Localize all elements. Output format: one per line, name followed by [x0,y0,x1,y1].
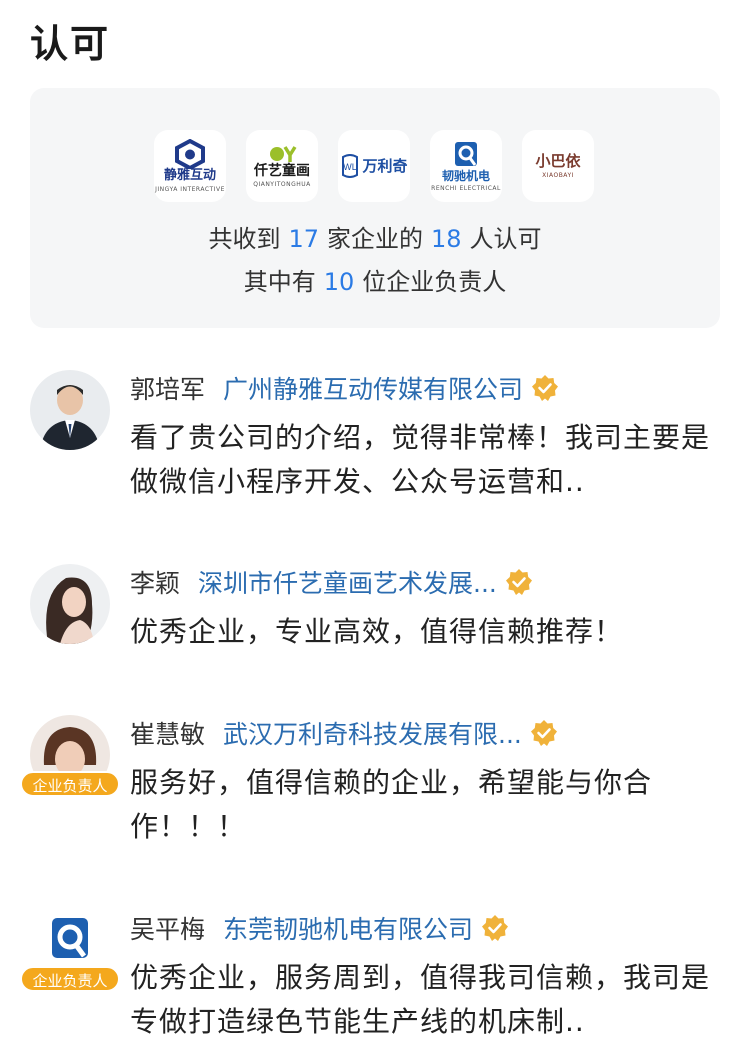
people-count: 18 [431,225,462,253]
company-link[interactable]: 武汉万利奇科技发展有限... [223,715,522,751]
company-count: 17 [288,225,319,253]
verified-check-icon [505,569,532,595]
summary-text: 共收到 [208,225,281,253]
recognition-meta: 李颖 深圳市仟艺童画艺术发展... [130,564,533,600]
person-name[interactable]: 李颖 [130,564,180,600]
company-logo-wanliqi[interactable]: WL 万利奇 [338,130,410,202]
avatar-image [30,564,110,644]
logo-subtext: RENCHI ELECTRICAL [431,185,501,193]
leader-count: 10 [323,268,355,296]
verified-check-icon [530,720,557,746]
person-name[interactable]: 崔慧敏 [130,715,205,751]
leader-badge: 企业负责人 [20,771,120,797]
renchi-logo-icon [455,141,477,166]
comment-text: 看了贵公司的介绍，觉得非常棒！我司主要是做微信小程序开发、公众号运营和.. [130,421,711,498]
summary-text: 家企业的 [327,225,423,253]
comment-text: 服务好，值得信赖的企业，希望能与你合作！！！ [130,766,653,843]
recognition-meta: 吴平梅 东莞韧驰机电有限公司 [130,910,509,946]
jingya-logo-icon [175,139,205,170]
logo-text: 小巴依 [535,152,581,171]
company-logo-qianyi[interactable]: 仟艺童画 QIANYITONGHUA [246,130,318,202]
wanliqi-logo-icon: WL [342,154,359,178]
page-title: 认可 [30,22,111,66]
recognition-meta: 郭培军 广州静雅互动传媒有限公司 [130,370,559,406]
logo-text: 仟艺童画 [254,162,310,179]
summary-recognition-count: 共收到 17 家企业的 18 人认可 [30,222,720,256]
company-logo-row: 静雅互动 JINGYA INTERACTIVE 仟艺童画 QIANYITONGH… [154,130,594,202]
summary-leader-count: 其中有 10 位企业负责人 [30,265,720,299]
leader-badge: 企业负责人 [20,966,120,992]
logo-text: 韧驰机电 [441,168,490,183]
avatar[interactable] [30,564,110,644]
verified-check-icon [482,915,509,941]
verified-check-icon [532,375,559,401]
avatar[interactable] [30,370,110,450]
company-link[interactable]: 深圳市仟艺童画艺术发展... [198,564,497,600]
person-name[interactable]: 郭培军 [130,370,205,406]
company-logo-renchi[interactable]: 韧驰机电 RENCHI ELECTRICAL [430,130,502,202]
avatar-image [30,370,110,450]
person-name[interactable]: 吴平梅 [130,910,205,946]
recognition-summary-card[interactable]: 静雅互动 JINGYA INTERACTIVE 仟艺童画 QIANYITONGH… [30,88,720,328]
logo-subtext: QIANYITONGHUA [253,181,311,189]
avatar[interactable]: 企业负责人 [20,715,120,797]
company-logo-xiaobayi[interactable]: 小巴依 XIAOBAYI [522,130,594,202]
summary-text: 人认可 [469,225,542,253]
logo-subtext: JINGYA INTERACTIVE [155,185,225,193]
qianyi-logo-icon [270,145,297,162]
company-link[interactable]: 广州静雅互动传媒有限公司 [223,370,523,406]
avatar[interactable]: 企业负责人 [20,910,120,992]
logo-text: 静雅互动 [163,168,216,184]
logo-text: 万利奇 [362,156,408,175]
svg-text:WL: WL [344,162,358,172]
comment-text: 优秀企业，专业高效，值得信赖推荐！ [130,615,624,648]
summary-text: 位企业负责人 [362,268,507,296]
comment-text: 优秀企业，服务周到，值得我司信赖，我司是专做打造绿色节能生产线的机床制.. [130,961,711,1038]
summary-text: 其中有 [243,268,316,296]
company-logo-jingya[interactable]: 静雅互动 JINGYA INTERACTIVE [154,130,226,202]
company-link[interactable]: 东莞韧驰机电有限公司 [223,910,473,946]
logo-subtext: XIAOBAYI [542,171,574,179]
recognition-meta: 崔慧敏 武汉万利奇科技发展有限... [130,715,558,751]
